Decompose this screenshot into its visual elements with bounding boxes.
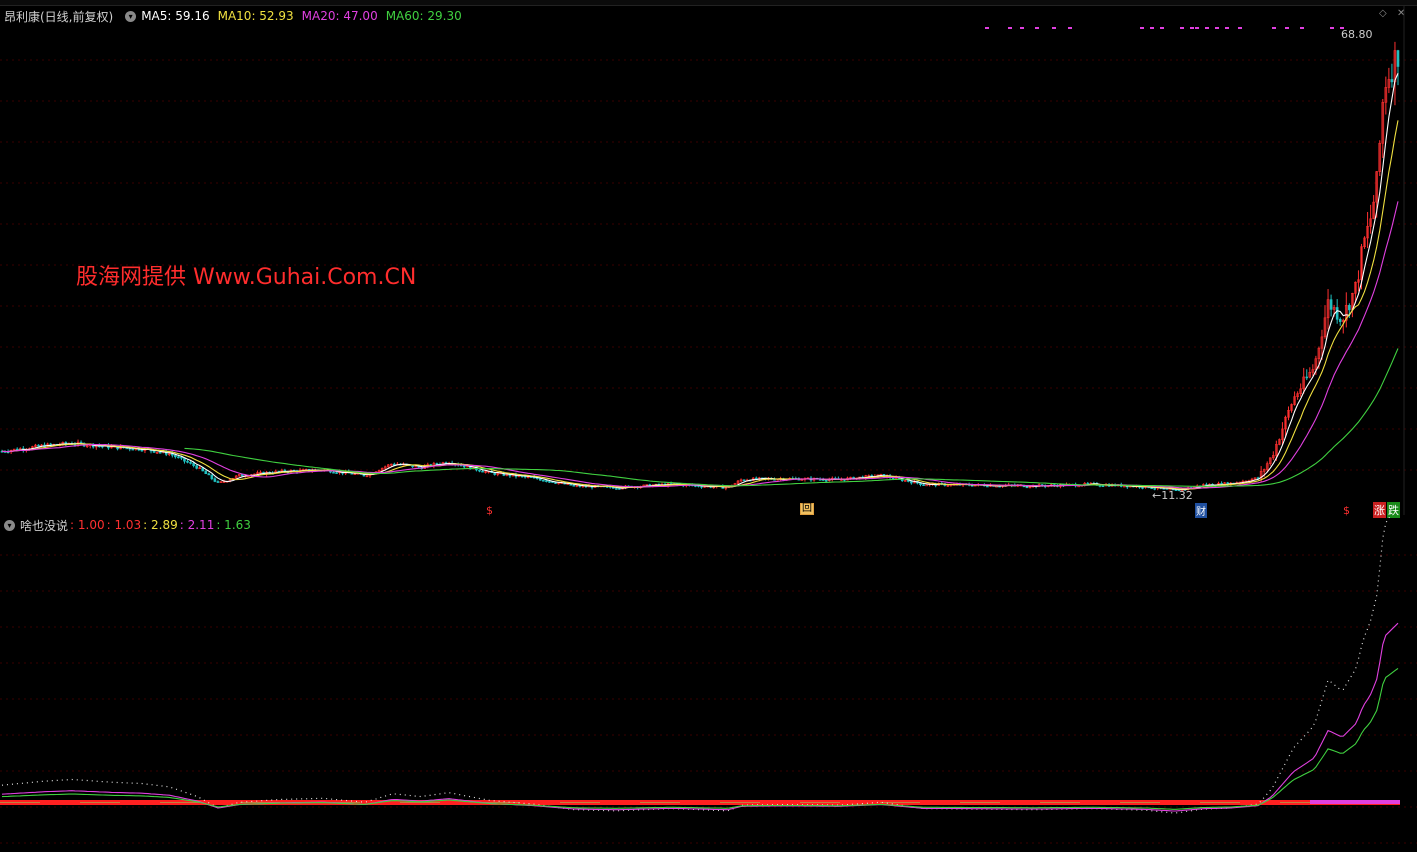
candle-body bbox=[824, 479, 828, 482]
high-price-label: 68.80 bbox=[1341, 28, 1373, 41]
signal-dot bbox=[985, 27, 989, 29]
signal-dot bbox=[1008, 27, 1012, 29]
signal-dot bbox=[1052, 27, 1056, 29]
candle-body bbox=[925, 484, 928, 487]
candle-body bbox=[1338, 319, 1342, 322]
candle-body bbox=[177, 456, 180, 459]
signal-dot bbox=[1020, 27, 1024, 29]
main-price-chart[interactable] bbox=[0, 0, 1417, 515]
candle-body bbox=[180, 456, 183, 459]
watermark: 股海网提供 Www.Guhai.Com.CN bbox=[76, 265, 417, 290]
candle-body bbox=[37, 444, 40, 447]
candle-body bbox=[554, 482, 557, 484]
ma20-line bbox=[1, 201, 1399, 489]
candle-body bbox=[1025, 486, 1029, 489]
candle-body bbox=[131, 448, 135, 451]
candle-body bbox=[335, 472, 338, 474]
candle-body bbox=[207, 473, 211, 476]
ma10-line bbox=[1, 120, 1399, 490]
signal-dot bbox=[1215, 27, 1219, 29]
candle-body bbox=[216, 481, 220, 483]
candle-body bbox=[213, 478, 217, 482]
rise-marker[interactable]: 涨 bbox=[1373, 502, 1386, 518]
candle-body bbox=[189, 462, 192, 464]
magenta-line bbox=[1, 622, 1399, 812]
candle-body bbox=[192, 462, 195, 466]
signal-dot bbox=[1225, 27, 1229, 29]
signal-dot bbox=[1238, 27, 1242, 29]
signal-dot bbox=[1300, 27, 1304, 29]
signal-dot bbox=[1068, 27, 1072, 29]
candle-body bbox=[542, 479, 545, 482]
signal-dot bbox=[1035, 27, 1039, 29]
candle-body bbox=[152, 450, 156, 453]
candle-body bbox=[572, 484, 576, 487]
candle-body bbox=[548, 481, 551, 483]
candle-body bbox=[1390, 79, 1394, 83]
sub-indicator-chart[interactable] bbox=[0, 517, 1417, 852]
ma60-line bbox=[184, 348, 1399, 487]
signal-dot bbox=[1272, 27, 1276, 29]
candle-body bbox=[545, 480, 548, 482]
low-price-label: ←11.32 bbox=[1152, 489, 1193, 502]
candle-body bbox=[140, 449, 144, 452]
candle-body bbox=[1141, 487, 1144, 489]
dollar-marker[interactable]: $ bbox=[1343, 504, 1350, 517]
red-band bbox=[0, 800, 1400, 805]
signal-dot bbox=[1150, 27, 1154, 29]
candle-body bbox=[1335, 307, 1339, 320]
candle-body bbox=[618, 488, 621, 490]
candle-body bbox=[1329, 299, 1333, 310]
candle-body bbox=[158, 451, 162, 454]
signal-dot bbox=[1180, 27, 1184, 29]
candle-body bbox=[1101, 485, 1105, 487]
signal-dot bbox=[1140, 27, 1144, 29]
candle-body bbox=[195, 465, 198, 469]
candle-body bbox=[700, 486, 703, 488]
candle-body bbox=[539, 478, 542, 481]
candle-body bbox=[1305, 376, 1309, 379]
green-line bbox=[1, 667, 1399, 810]
candle-body bbox=[174, 454, 177, 458]
signal-dot bbox=[1330, 27, 1334, 29]
candle-body bbox=[481, 470, 484, 473]
magenta-band-end bbox=[1310, 800, 1400, 804]
candle-body bbox=[910, 481, 913, 484]
signal-dot bbox=[1285, 27, 1289, 29]
hui-marker[interactable]: 回 bbox=[800, 503, 814, 515]
candle-body bbox=[1086, 482, 1090, 485]
candle-body bbox=[478, 469, 481, 472]
candle-body bbox=[1348, 305, 1351, 311]
signal-dot bbox=[1205, 27, 1209, 29]
signal-dot bbox=[1160, 27, 1164, 29]
fall-marker[interactable]: 跌 bbox=[1387, 502, 1400, 518]
candle-body bbox=[332, 471, 335, 474]
finance-marker[interactable]: 财 bbox=[1195, 503, 1207, 518]
signal-dot bbox=[1195, 27, 1199, 29]
dotted-line-1 bbox=[1, 517, 1391, 814]
candle-body bbox=[204, 470, 208, 475]
candle-body bbox=[922, 484, 925, 486]
candle-body bbox=[615, 488, 618, 490]
dollar-marker[interactable]: $ bbox=[486, 504, 493, 517]
candle-body bbox=[210, 474, 214, 480]
candle-body bbox=[742, 479, 746, 482]
candle-body bbox=[186, 460, 189, 463]
candle-body bbox=[1396, 50, 1400, 67]
candle-body bbox=[986, 485, 989, 488]
signal-dot bbox=[1190, 27, 1194, 29]
